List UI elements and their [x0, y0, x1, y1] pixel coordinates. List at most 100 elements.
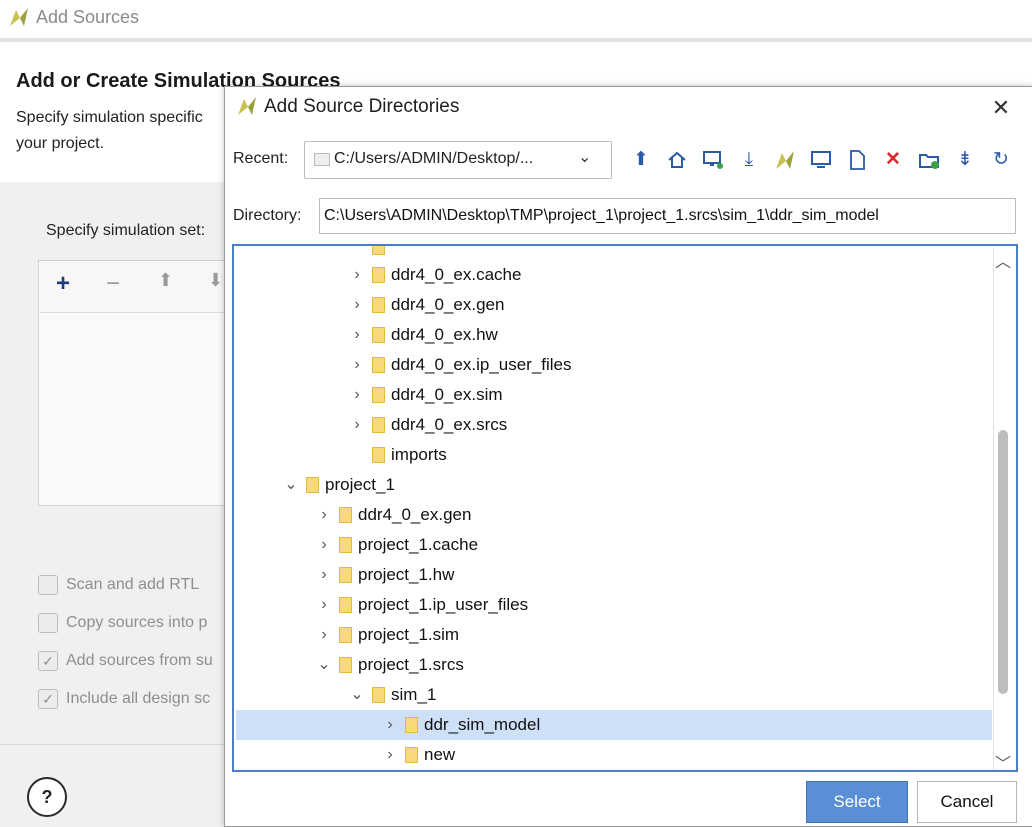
chevron-right-icon[interactable]: › — [350, 290, 364, 320]
option-label: Add sources from su — [66, 652, 213, 670]
tree-row[interactable]: › ddr4_0_ex.ip_user_files — [236, 350, 992, 380]
wizard-description-line1: Specify simulation specific — [16, 109, 203, 126]
cancel-button[interactable]: Cancel — [917, 781, 1017, 823]
folder-icon — [372, 327, 385, 343]
tree-row-label: sim_1 — [391, 685, 437, 704]
option-scan-rtl[interactable]: Scan and add RTL — [38, 575, 199, 597]
home-icon[interactable] — [665, 148, 689, 172]
help-button[interactable]: ? — [27, 777, 67, 817]
tree-row[interactable]: › ddr4_0_ex.gen — [236, 500, 992, 530]
chevron-right-icon[interactable]: › — [317, 620, 331, 650]
checkbox-icon[interactable] — [38, 575, 58, 595]
dialog-title: Add Source Directories — [264, 96, 460, 117]
tree-row[interactable]: › ddr4_0_ex.srcs — [236, 410, 992, 440]
tree-row[interactable]: › project_1.hw — [236, 560, 992, 590]
chevron-right-icon[interactable]: › — [317, 500, 331, 530]
tree-row[interactable]: › project_1.ip_user_files — [236, 590, 992, 620]
tree-row-label: ddr_sim_model — [424, 715, 541, 734]
chevron-down-icon[interactable]: ⌄ — [317, 650, 331, 680]
tree-row-label: project_1.srcs — [358, 655, 464, 674]
folder-icon — [306, 477, 319, 493]
tree-row[interactable]: › project_1.cache — [236, 530, 992, 560]
refresh-icon[interactable]: ↻ — [989, 148, 1013, 172]
chevron-down-icon[interactable]: ⌄ — [578, 147, 591, 167]
simulation-set-label: Specify simulation set: — [46, 222, 206, 239]
tree-row[interactable]: › ddr4_0_ex.cache — [236, 260, 992, 290]
remove-icon[interactable]: − — [106, 270, 120, 298]
tree-row[interactable]: ⌄ sim_1 — [236, 680, 992, 710]
up-folder-icon[interactable]: ⬆ — [629, 148, 653, 172]
chevron-right-icon[interactable]: › — [383, 740, 397, 770]
tree-row-label: ddr4_0_ex.hw — [391, 325, 498, 344]
tree-row[interactable]: › ddr4_0_ex.hw — [236, 320, 992, 350]
tree-row[interactable]: › new — [236, 740, 992, 770]
folder-icon — [339, 537, 352, 553]
vivado-logo-icon — [10, 8, 28, 26]
scroll-up-icon[interactable]: ︿ — [995, 248, 1011, 272]
background-title-bar — [0, 0, 1032, 39]
chevron-right-icon[interactable]: › — [350, 320, 364, 350]
chevron-right-icon[interactable]: › — [317, 590, 331, 620]
folder-icon — [339, 657, 352, 673]
folder-icon — [405, 747, 418, 763]
chevron-right-icon[interactable]: › — [350, 350, 364, 380]
chevron-right-icon[interactable]: › — [350, 380, 364, 410]
select-button[interactable]: Select — [806, 781, 908, 823]
folder-icon — [339, 507, 352, 523]
checkmark-icon[interactable]: ✓ — [38, 689, 58, 709]
tree-row-label: ddr4_0_ex.sim — [391, 385, 503, 404]
scroll-down-icon[interactable]: ﹀ — [995, 750, 1011, 774]
tree-row[interactable]: imports — [236, 440, 992, 470]
close-icon[interactable]: ✕ — [989, 96, 1013, 120]
tree-row[interactable]: ⌄ project_1 — [236, 470, 992, 500]
tree-row[interactable]: › ddr4_0_ex.gen — [236, 290, 992, 320]
folder-icon — [372, 297, 385, 313]
recent-dropdown-value: C:/Users/ADMIN/Desktop/... — [334, 150, 534, 167]
add-icon[interactable]: + — [56, 270, 70, 298]
tree-row-label: imports — [391, 445, 447, 464]
chevron-right-icon[interactable]: › — [383, 710, 397, 740]
tree-row[interactable]: › ddr4_0_ex.sim — [236, 380, 992, 410]
vivado-icon[interactable] — [773, 148, 797, 172]
desktop-icon[interactable] — [809, 148, 833, 172]
directory-tree[interactable]: › ddr4_0_ex.cache › ddr4_0_ex.gen › ddr4… — [232, 244, 1018, 772]
tree-row[interactable]: ⌄ project_1.srcs — [236, 650, 992, 680]
tree-row-label: ddr4_0_ex.ip_user_files — [391, 355, 572, 374]
network-icon[interactable] — [701, 148, 725, 172]
new-folder-icon[interactable] — [917, 148, 941, 172]
tree-row-label: project_1.sim — [358, 625, 460, 644]
option-include-design[interactable]: ✓ Include all design sc — [38, 689, 210, 711]
collapse-icon[interactable]: ⇟ — [953, 148, 977, 172]
chevron-down-icon[interactable]: ⌄ — [284, 470, 298, 500]
checkmark-icon[interactable]: ✓ — [38, 651, 58, 671]
chevron-right-icon[interactable]: › — [317, 530, 331, 560]
folder-icon — [372, 687, 385, 703]
delete-icon[interactable]: ✕ — [881, 148, 905, 172]
move-up-icon[interactable]: ⬆ — [158, 270, 173, 291]
scrollbar-thumb[interactable] — [998, 430, 1008, 694]
checkbox-icon[interactable] — [38, 613, 58, 633]
option-label: Copy sources into p — [66, 614, 208, 632]
folder-icon — [314, 153, 330, 166]
option-label: Include all design sc — [66, 690, 211, 708]
tree-row-label: ddr4_0_ex.gen — [391, 295, 505, 314]
tree-row-label: ddr4_0_ex.cache — [391, 265, 522, 284]
tree-row[interactable]: › project_1.sim — [236, 620, 992, 650]
chevron-down-icon[interactable]: ⌄ — [350, 680, 364, 710]
tree-row-selected[interactable]: › ddr_sim_model — [236, 710, 992, 740]
directory-input[interactable] — [319, 198, 1016, 234]
chevron-right-icon[interactable]: › — [350, 410, 364, 440]
tree-row-label: ddr4_0_ex.gen — [358, 505, 472, 524]
tree-row-label: new — [424, 745, 456, 764]
option-add-subdirs[interactable]: ✓ Add sources from su — [38, 651, 213, 673]
option-copy-sources[interactable]: Copy sources into p — [38, 613, 207, 635]
vivado-logo-icon — [238, 97, 256, 115]
tree-row-label: ddr4_0_ex.srcs — [391, 415, 508, 434]
file-icon[interactable] — [845, 148, 869, 172]
download-icon[interactable]: ⤓ — [737, 148, 761, 172]
move-down-icon[interactable]: ⬇ — [208, 270, 223, 291]
folder-icon — [372, 417, 385, 433]
chevron-right-icon[interactable]: › — [317, 560, 331, 590]
folder-icon — [405, 717, 418, 733]
chevron-right-icon[interactable]: › — [350, 260, 364, 290]
